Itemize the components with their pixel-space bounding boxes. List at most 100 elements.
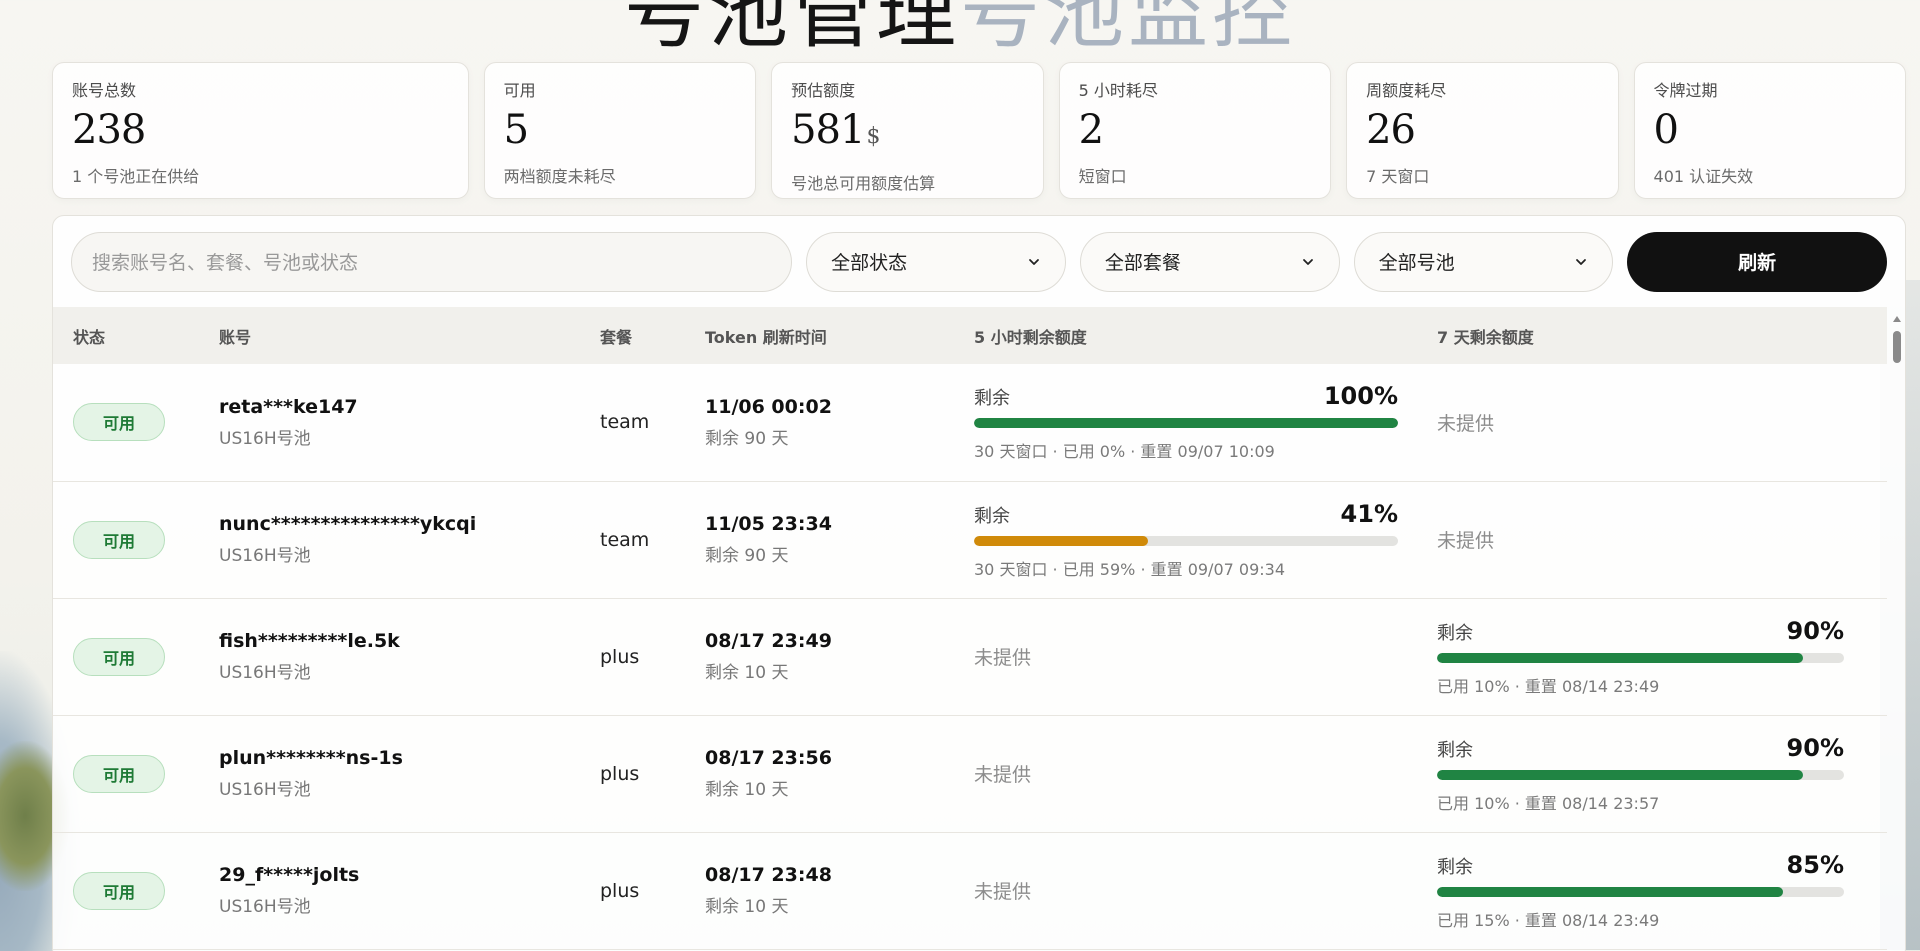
table-row[interactable]: 可用 nunc***************ykcqi US16H号池 team… [53,481,1887,599]
stat-value: 26 [1366,107,1416,153]
quota-percent: 41% [1340,499,1398,528]
header-status[interactable]: 状态 [53,307,219,364]
header-account[interactable]: 账号 [219,307,600,364]
chevron-down-icon [1028,258,1039,265]
token-remaining: 剩余 90 天 [705,428,789,449]
plan-filter-value: 全部套餐 [1104,252,1181,274]
not-provided-text: 未提供 [974,764,1032,786]
status-badge: 可用 [73,637,165,676]
stat-card-5h-exhausted: 5 小时耗尽 2 短窗口 [1058,62,1332,199]
account-name[interactable]: plun********ns-1s [219,747,600,769]
account-name[interactable]: nunc***************ykcqi [219,513,600,535]
cell-7d-quota: 剩余 90% 已用 10% · 重置 08/14 23:57 [1437,715,1887,833]
search-input[interactable]: 搜索账号名、套餐、号池或状态 [71,231,793,292]
stat-card-token-expired: 令牌过期 0 401 认证失效 [1633,62,1907,199]
not-provided-text: 未提供 [974,647,1032,669]
cell-7d-quota: 剩余 85% 已用 15% · 重置 08/14 23:49 [1437,832,1887,950]
plan-name: plus [600,645,640,668]
quota-head: 剩余 90% [1437,734,1844,762]
table-scrollbar[interactable] [1889,307,1905,951]
quota-meta: 已用 10% · 重置 08/14 23:57 [1437,793,1660,813]
quota-percent: 85% [1786,850,1844,879]
cell-7d-quota: 剩余 90% 已用 10% · 重置 08/14 23:49 [1437,598,1887,716]
quota-progress-fill [1437,886,1783,897]
table-row[interactable]: 可用 fish*********le.5k US16H号池 plus 08/17… [53,598,1887,716]
stat-sub: 两档额度未耗尽 [503,167,616,186]
refresh-button[interactable]: 刷新 [1627,231,1888,292]
quota-progress-track [1437,886,1844,897]
plan-name: plus [600,879,640,902]
cell-7d-quota: 未提供 [1437,481,1887,599]
token-refresh-time: 08/17 23:48 [705,864,832,886]
header-7d-quota[interactable]: 7 天剩余额度 [1437,307,1887,364]
stat-value: 238 [72,107,146,153]
cell-token: 08/17 23:49 剩余 10 天 [705,598,974,716]
stat-sub: 401 认证失效 [1653,167,1754,186]
account-pool: US16H号池 [219,546,311,566]
account-pool: US16H号池 [219,780,311,800]
hero-title: 号池管理号池监控 [0,0,1920,64]
token-refresh-time: 11/06 00:02 [705,395,832,418]
quota-meter: 剩余 90% 已用 10% · 重置 08/14 23:57 [1437,734,1844,814]
hero-title-main: 号池管理 [624,0,960,59]
cell-5h-quota: 未提供 [974,832,1437,950]
cell-account: fish*********le.5k US16H号池 [219,598,600,716]
quota-label: 剩余 [974,505,1010,527]
token-refresh-time: 08/17 23:56 [705,747,832,769]
quota-head: 剩余 41% [974,500,1398,528]
quota-meter: 剩余 41% 30 天窗口 · 已用 59% · 重置 09/07 09:34 [974,500,1398,580]
stat-value: 0 [1653,107,1679,153]
pool-filter-value: 全部号池 [1378,252,1455,274]
cell-account: reta***ke147 US16H号池 [219,364,600,482]
quota-head: 剩余 100% [974,382,1398,410]
quota-head: 剩余 85% [1437,851,1844,879]
stat-card-weekly-exhausted: 周额度耗尽 26 7 天窗口 [1346,62,1619,199]
quota-label: 剩余 [1437,739,1473,761]
cell-account: plun********ns-1s US16H号池 [219,715,600,833]
quota-meter: 剩余 90% 已用 10% · 重置 08/14 23:49 [1437,617,1844,697]
header-5h-quota[interactable]: 5 小时剩余额度 [974,307,1437,364]
quota-label: 剩余 [1437,622,1473,644]
status-badge: 可用 [73,403,165,442]
quota-progress-track [974,418,1398,429]
plan-filter-select[interactable]: 全部套餐 [1079,231,1340,292]
stat-value: 581$ [791,107,880,153]
status-filter-select[interactable]: 全部状态 [806,231,1066,292]
cell-plan: plus [600,598,705,716]
chevron-down-icon [1576,258,1587,265]
quota-progress-fill [1437,652,1804,663]
table-row[interactable]: 可用 reta***ke147 US16H号池 team 11/06 00:02… [53,364,1887,482]
cell-status: 可用 [53,715,219,833]
stat-card-estimated-quota: 预估额度 581$ 号池总可用额度估算 [771,62,1044,199]
plan-name: team [600,528,650,551]
table-row[interactable]: 可用 29_f*****jolts US16H号池 plus 08/17 23:… [53,832,1887,950]
cell-status: 可用 [53,832,219,950]
quota-progress-fill [974,418,1398,429]
table-header-row: 状态 账号 套餐 Token 刷新时间 5 小时剩余额度 7 天剩余额度 [53,307,1887,364]
cell-plan: plus [600,832,705,950]
accounts-table: 状态 账号 套餐 Token 刷新时间 5 小时剩余额度 7 天剩余额度 可用 … [53,307,1887,950]
stat-label: 5 小时耗尽 [1078,81,1158,100]
cell-token: 08/17 23:56 剩余 10 天 [705,715,974,833]
scroll-up-arrow-icon[interactable] [1892,315,1902,323]
stat-label: 令牌过期 [1653,81,1718,100]
token-refresh-time: 08/17 23:49 [705,630,832,652]
account-name[interactable]: reta***ke147 [219,396,600,418]
quota-progress-track [1437,769,1844,780]
pool-filter-select[interactable]: 全部号池 [1353,231,1614,292]
stat-label: 周额度耗尽 [1366,81,1447,100]
table-row[interactable]: 可用 plun********ns-1s US16H号池 plus 08/17 … [53,715,1887,833]
quota-meter: 剩余 85% 已用 15% · 重置 08/14 23:49 [1437,851,1844,931]
header-plan[interactable]: 套餐 [600,307,705,364]
account-name[interactable]: 29_f*****jolts [219,864,600,886]
token-refresh-time: 11/05 23:34 [705,513,832,535]
account-pool: US16H号池 [219,897,311,917]
token-remaining: 剩余 10 天 [705,780,789,800]
stat-sub: 短窗口 [1078,167,1127,186]
account-name[interactable]: fish*********le.5k [219,630,600,652]
scrollbar-thumb[interactable] [1893,331,1901,363]
not-provided-text: 未提供 [1437,412,1495,435]
stat-label: 预估额度 [791,81,856,100]
header-token-refresh[interactable]: Token 刷新时间 [705,307,974,364]
cell-account: 29_f*****jolts US16H号池 [219,832,600,950]
